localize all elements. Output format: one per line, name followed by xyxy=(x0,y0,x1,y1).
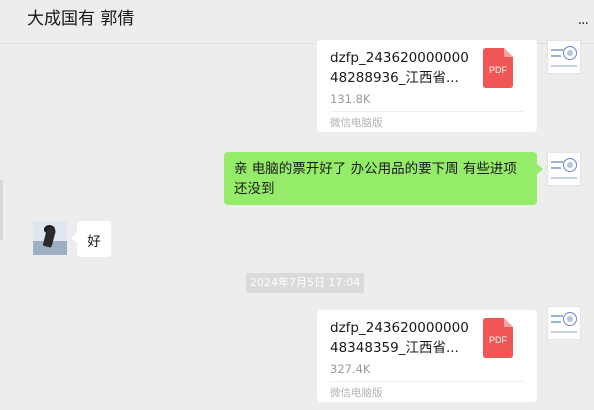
contact-avatar[interactable] xyxy=(33,221,67,255)
my-avatar[interactable] xyxy=(547,40,581,74)
divider xyxy=(330,381,524,382)
file-size: 327.4K xyxy=(330,362,371,376)
file-name: dzfp_24362000000048348359_江西省... xyxy=(330,320,469,356)
file-message-card[interactable]: dzfp_24362000000048288936_江西省... 131.8K … xyxy=(317,40,537,132)
message-timestamp: 2024年7月5日 17:04 xyxy=(246,273,365,293)
file-source: 微信电脑版 xyxy=(330,387,383,399)
scrollbar[interactable] xyxy=(0,180,3,240)
file-message-card[interactable]: dzfp_24362000000048348359_江西省... 327.4K … xyxy=(317,310,537,402)
message-text: 好 xyxy=(87,234,101,250)
message-text: 亲 电脑的票开好了 办公用品的要下周 有些进项还没到 xyxy=(234,161,517,197)
divider xyxy=(330,111,524,112)
pdf-label: PDF xyxy=(489,65,507,75)
file-name: dzfp_24362000000048288936_江西省... xyxy=(330,50,469,86)
file-source: 微信电脑版 xyxy=(330,117,383,129)
chat-header: 大成国有 郭倩 ... xyxy=(0,0,594,44)
my-avatar[interactable] xyxy=(547,306,581,340)
sent-message-bubble[interactable]: 亲 电脑的票开好了 办公用品的要下周 有些进项还没到 xyxy=(224,152,543,205)
file-size: 131.8K xyxy=(330,92,371,106)
my-avatar[interactable] xyxy=(547,152,581,186)
chat-title: 大成国有 郭倩 xyxy=(27,9,135,29)
more-options-icon[interactable]: ... xyxy=(578,12,589,28)
received-message-bubble[interactable]: 好 xyxy=(71,221,111,257)
pdf-file-icon: PDF xyxy=(483,48,513,88)
pdf-file-icon: PDF xyxy=(483,318,513,358)
pdf-label: PDF xyxy=(489,335,507,345)
